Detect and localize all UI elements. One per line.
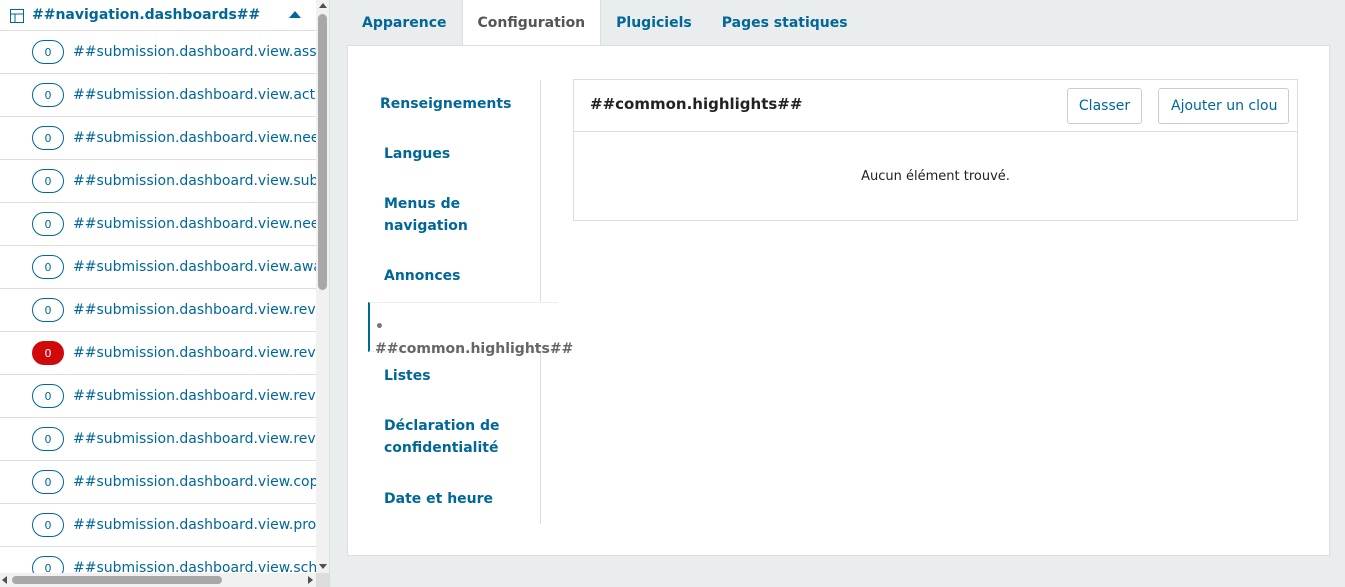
tab-appearance[interactable]: Apparence [347,0,462,45]
subnav-item-highlights-label: ##common.highlights## [375,341,574,357]
dashboards-header[interactable]: ##navigation.dashboards## [0,0,329,31]
count-badge: 0 [32,169,64,193]
subnav-item-information[interactable]: Renseignements [368,93,558,115]
count-badge: 0 [32,126,64,150]
urgent-count-badge: 0 [32,341,64,365]
configuration-panel: Renseignements Langues Menus de navigati… [347,45,1330,556]
scrollbar-corner [316,573,329,587]
active-indicator-dot: • [375,319,384,335]
subnav-item-lists[interactable]: Listes [368,365,558,387]
dashboard-view-item[interactable]: 0 ##submission.dashboard.view.review [0,289,316,332]
empty-list-message: Aucun élément trouvé. [861,169,1010,184]
scroll-right-arrow-icon[interactable] [308,576,313,584]
dashboard-view-item[interactable]: 0 ##submission.dashboard.view.revisi [0,375,316,418]
dashboard-view-label: ##submission.dashboard.view.review [73,431,316,447]
sidebar-horizontal-scrollbar[interactable] [0,573,316,587]
dashboard-view-label: ##submission.dashboard.view.await [73,259,316,275]
dashboard-view-label: ##submission.dashboard.view.revisi [73,388,316,404]
horizontal-scroll-thumb[interactable] [12,576,222,584]
sort-button[interactable]: Classer [1067,88,1142,124]
collapse-caret-icon[interactable] [289,11,301,18]
dashboard-view-item[interactable]: 0 ##submission.dashboard.view.needs [0,203,316,246]
tab-configuration[interactable]: Configuration [461,0,602,45]
dashboard-view-item[interactable]: 0 ##submission.dashboard.view.review [0,332,316,375]
count-badge: 0 [32,513,64,537]
dashboard-view-label: ##submission.dashboard.view.review [73,302,316,318]
subnav-item-navigation-menus[interactable]: Menus de navigation [368,193,488,237]
count-badge: 0 [32,384,64,408]
subnav-item-announcements[interactable]: Annonces [368,265,558,287]
subnav-item-highlights[interactable]: • ##common.highlights## [368,302,573,357]
dashboard-view-list: 0 ##submission.dashboard.view.assig 0 ##su… [0,31,316,587]
count-badge: 0 [32,83,64,107]
dashboard-view-item[interactable]: 0 ##submission.dashboard.view.active [0,74,316,117]
count-badge: 0 [32,298,64,322]
count-badge: 0 [32,40,64,64]
dashboard-view-label: ##submission.dashboard.view.produ [73,517,316,533]
subnav-item-languages[interactable]: Langues [368,143,558,165]
dashboard-view-label: ##submission.dashboard.view.subm [73,173,316,189]
subnav-item-privacy-statement[interactable]: Déclaration de confidentialité [368,415,518,459]
settings-tabs: Apparence Configuration Plugiciels Pages… [347,0,863,45]
dashboard-view-item[interactable]: 0 ##submission.dashboard.view.assig [0,31,316,74]
dashboard-view-label: ##submission.dashboard.view.needs [73,216,316,232]
add-highlight-button[interactable]: Ajouter un clou [1158,88,1289,124]
dashboard-view-item[interactable]: 0 ##submission.dashboard.view.await [0,246,316,289]
count-badge: 0 [32,255,64,279]
dashboard-view-label: ##submission.dashboard.view.assig [73,44,316,60]
highlights-list-panel: ##common.highlights## Classer Ajouter un… [573,79,1298,221]
dashboards-title: ##navigation.dashboards## [32,7,261,23]
count-badge: 0 [32,212,64,236]
tab-static-pages[interactable]: Pages statiques [707,0,863,45]
dashboard-view-label: ##submission.dashboard.view.active [73,87,316,103]
highlights-list-header: ##common.highlights## Classer Ajouter un… [574,80,1297,132]
dashboard-view-label: ##submission.dashboard.view.copye [73,474,316,490]
dashboard-view-item[interactable]: 0 ##submission.dashboard.view.review [0,418,316,461]
sidebar-vertical-scrollbar[interactable] [316,0,329,573]
scroll-down-arrow-icon[interactable] [319,564,327,569]
scroll-up-arrow-icon[interactable] [319,3,327,8]
dashboard-view-label: ##submission.dashboard.view.needs [73,130,316,146]
configuration-subnav: Renseignements Langues Menus de navigati… [368,80,573,524]
dashboard-view-item[interactable]: 0 ##submission.dashboard.view.copye [0,461,316,504]
dashboard-view-item[interactable]: 0 ##submission.dashboard.view.produ [0,504,316,547]
dashboard-view-item[interactable]: 0 ##submission.dashboard.view.needs [0,117,316,160]
dashboard-icon [10,8,24,23]
dashboard-view-item[interactable]: 0 ##submission.dashboard.view.subm [0,160,316,203]
count-badge: 0 [32,427,64,451]
vertical-scroll-thumb[interactable] [318,14,327,290]
tab-plugins[interactable]: Plugiciels [601,0,707,45]
subnav-item-date-time[interactable]: Date et heure [368,488,558,510]
count-badge: 0 [32,470,64,494]
scroll-left-arrow-icon[interactable] [2,576,7,584]
dashboard-sidebar: ##navigation.dashboards## 0 ##submission.… [0,0,330,587]
dashboard-view-label: ##submission.dashboard.view.review [73,345,316,361]
highlights-title: ##common.highlights## [590,95,803,113]
